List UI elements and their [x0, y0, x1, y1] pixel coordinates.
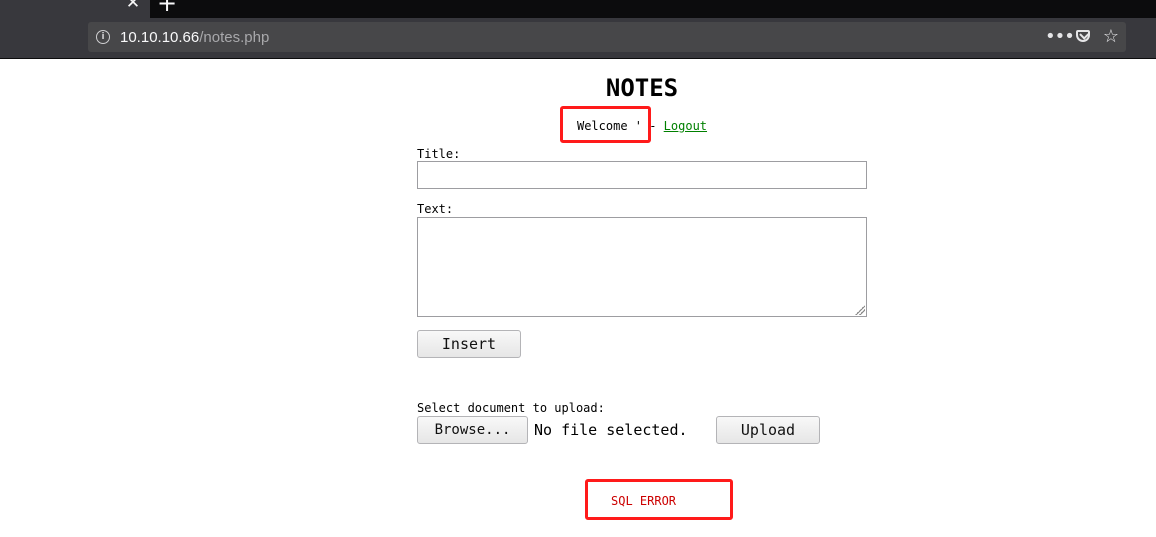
page-actions-more-icon[interactable]: •••: [1045, 26, 1075, 48]
title-input[interactable]: [417, 161, 867, 189]
file-status-text: No file selected.: [534, 421, 688, 439]
bookmark-star-icon[interactable]: ☆: [1100, 26, 1122, 48]
url-path: /notes.php: [199, 29, 270, 46]
text-textarea[interactable]: [417, 217, 867, 317]
url-host: 10.10.10.66: [120, 29, 200, 46]
site-info-icon[interactable]: i: [96, 30, 110, 44]
sql-error-highlight-box: [585, 479, 733, 520]
new-tab-icon[interactable]: +: [157, 0, 177, 15]
upload-button[interactable]: Upload: [716, 416, 820, 444]
insert-button[interactable]: Insert: [417, 330, 521, 358]
tab-strip: ✕ +: [0, 0, 1156, 18]
welcome-highlight-box: [560, 106, 651, 143]
upload-prompt: Select document to upload:: [417, 401, 605, 415]
page-title: NOTES: [605, 74, 679, 102]
url-text[interactable]: 10.10.10.66/notes.php: [120, 28, 269, 48]
pocket-icon[interactable]: [1072, 26, 1094, 48]
browse-button[interactable]: Browse...: [417, 416, 528, 444]
resize-grip-icon[interactable]: [855, 305, 865, 315]
text-label: Text:: [417, 202, 454, 216]
logout-link[interactable]: Logout: [664, 119, 707, 133]
title-label: Title:: [417, 147, 461, 161]
active-tab[interactable]: ✕: [0, 0, 150, 18]
tab-close-icon[interactable]: ✕: [124, 0, 142, 12]
